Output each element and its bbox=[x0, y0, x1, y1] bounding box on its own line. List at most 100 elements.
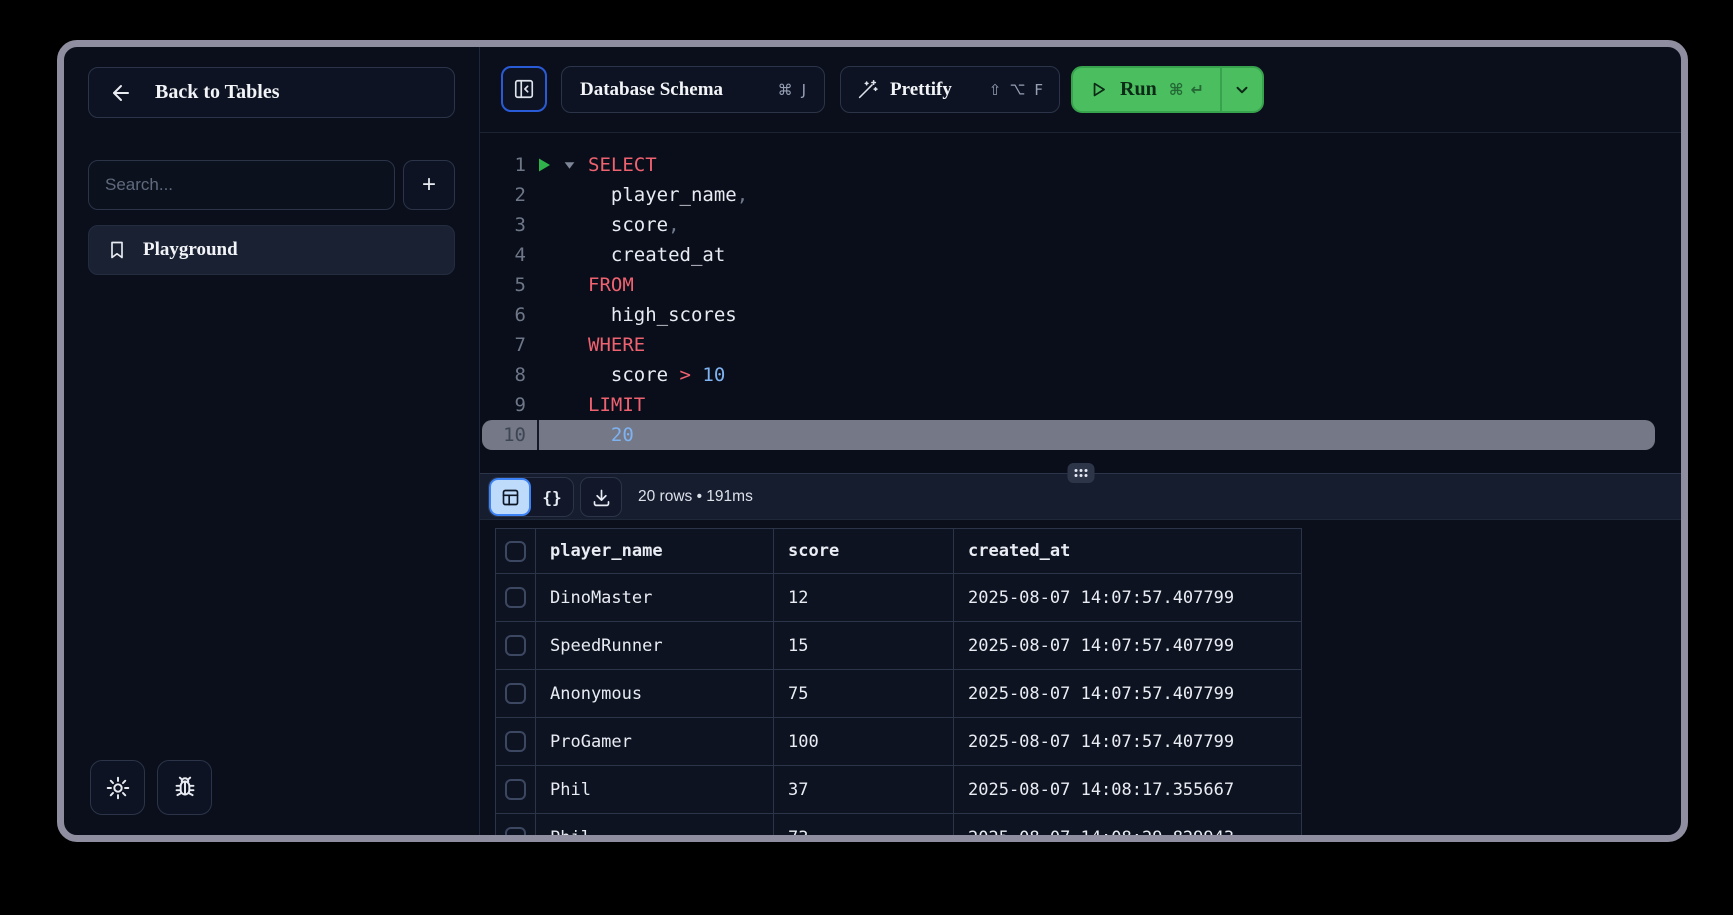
debug-button[interactable] bbox=[157, 760, 212, 815]
select-all-cell bbox=[496, 529, 536, 574]
column-header-score[interactable]: score bbox=[774, 529, 954, 574]
code-text: FROM bbox=[588, 270, 634, 300]
table-view-button[interactable] bbox=[489, 478, 531, 516]
plus-icon: + bbox=[422, 171, 436, 199]
prettify-button[interactable]: Prettify ⇧ F bbox=[840, 66, 1060, 113]
line-number: 2 bbox=[480, 180, 526, 210]
cell-score[interactable]: 12 bbox=[774, 574, 954, 622]
cell-player-name[interactable]: Phil bbox=[536, 766, 774, 814]
row-checkbox-cell bbox=[496, 670, 536, 718]
row-checkbox[interactable] bbox=[505, 587, 526, 608]
code-token: LIMIT bbox=[588, 394, 645, 416]
code-line[interactable]: 5 FROM bbox=[480, 270, 1681, 300]
enter-key: ↵ bbox=[1191, 80, 1204, 99]
cell-created-at[interactable]: 2025-08-07 14:08:29.829943 bbox=[954, 814, 1302, 835]
row-checkbox-cell bbox=[496, 622, 536, 670]
run-button[interactable]: Run ⌘ ↵ bbox=[1073, 68, 1220, 111]
code-line[interactable]: 10 20 bbox=[480, 420, 1681, 450]
line-number: 1 bbox=[480, 150, 526, 180]
panel-resize-handle[interactable] bbox=[1067, 463, 1094, 483]
sidebar-toggle-button[interactable] bbox=[501, 66, 547, 112]
row-checkbox[interactable] bbox=[505, 683, 526, 704]
chevron-down-icon bbox=[1233, 81, 1251, 99]
code-token: WHERE bbox=[588, 334, 645, 356]
run-options-button[interactable] bbox=[1220, 68, 1262, 111]
f-key: F bbox=[1034, 81, 1043, 99]
cell-created-at[interactable]: 2025-08-07 14:07:57.407799 bbox=[954, 622, 1302, 670]
grip-dots-icon bbox=[1074, 469, 1087, 477]
code-token: created_at bbox=[588, 244, 725, 266]
play-icon bbox=[1089, 80, 1108, 99]
back-to-tables-button[interactable]: Back to Tables bbox=[88, 67, 455, 118]
code-token: , bbox=[737, 184, 748, 206]
cell-created-at[interactable]: 2025-08-07 14:07:57.407799 bbox=[954, 718, 1302, 766]
json-view-button[interactable]: {} bbox=[531, 478, 573, 516]
cell-score[interactable]: 37 bbox=[774, 766, 954, 814]
option-key-icon bbox=[1010, 83, 1025, 96]
code-text: WHERE bbox=[588, 330, 645, 360]
code-line[interactable]: 2 player_name, bbox=[480, 180, 1681, 210]
run-label: Run bbox=[1120, 78, 1157, 101]
code-line[interactable]: 3 score, bbox=[480, 210, 1681, 240]
cell-score[interactable]: 100 bbox=[774, 718, 954, 766]
line-margin bbox=[526, 360, 588, 390]
run-button-group: Run ⌘ ↵ bbox=[1071, 66, 1264, 113]
cell-score[interactable]: 15 bbox=[774, 622, 954, 670]
database-schema-label: Database Schema bbox=[580, 79, 723, 101]
cell-created-at[interactable]: 2025-08-07 14:08:17.355667 bbox=[954, 766, 1302, 814]
cell-score[interactable]: 75 bbox=[774, 670, 954, 718]
code-line[interactable]: 4 created_at bbox=[480, 240, 1681, 270]
app-window: Back to Tables + Playground bbox=[57, 40, 1688, 842]
bookmark-icon bbox=[107, 240, 127, 260]
line-margin bbox=[526, 420, 588, 450]
column-header-player-name[interactable]: player_name bbox=[536, 529, 774, 574]
run-line-icon[interactable] bbox=[536, 157, 552, 173]
code-token: SELECT bbox=[588, 154, 657, 176]
search-input[interactable] bbox=[88, 160, 395, 210]
panel-left-close-icon bbox=[513, 78, 535, 100]
row-checkbox-cell bbox=[496, 766, 536, 814]
query-toolbar: Database Schema ⌘ J Prettify bbox=[480, 47, 1681, 133]
code-line[interactable]: 7 WHERE bbox=[480, 330, 1681, 360]
arrow-left-icon bbox=[109, 81, 133, 105]
sidebar-item-playground[interactable]: Playground bbox=[88, 225, 455, 275]
add-query-button[interactable]: + bbox=[403, 160, 455, 210]
cell-created-at[interactable]: 2025-08-07 14:07:57.407799 bbox=[954, 574, 1302, 622]
sql-editor[interactable]: 1 SELECT 2 player_name, 3 score, 4 creat… bbox=[480, 133, 1681, 473]
gear-icon bbox=[105, 775, 131, 801]
row-checkbox[interactable] bbox=[505, 635, 526, 656]
shift-key: ⇧ bbox=[989, 81, 1002, 99]
row-checkbox[interactable] bbox=[505, 779, 526, 800]
code-line[interactable]: 1 SELECT bbox=[480, 150, 1681, 180]
line-number: 8 bbox=[480, 360, 526, 390]
download-icon bbox=[591, 487, 612, 508]
sidebar: Back to Tables + Playground bbox=[64, 47, 479, 835]
code-token: > bbox=[680, 364, 691, 386]
settings-button[interactable] bbox=[90, 760, 145, 815]
column-header-created-at[interactable]: created_at bbox=[954, 529, 1302, 574]
code-line[interactable]: 8 score > 10 bbox=[480, 360, 1681, 390]
braces-icon: {} bbox=[542, 488, 561, 507]
back-to-tables-label: Back to Tables bbox=[155, 81, 279, 104]
row-checkbox[interactable] bbox=[505, 827, 526, 835]
bug-icon bbox=[172, 775, 198, 801]
result-status: 20 rows • 191ms bbox=[638, 474, 753, 520]
export-button[interactable] bbox=[580, 477, 622, 517]
fold-chevron-icon[interactable] bbox=[563, 159, 576, 172]
row-checkbox[interactable] bbox=[505, 731, 526, 752]
database-schema-button[interactable]: Database Schema ⌘ J bbox=[561, 66, 825, 113]
cell-player-name[interactable]: DinoMaster bbox=[536, 574, 774, 622]
row-checkbox-cell bbox=[496, 718, 536, 766]
cell-player-name[interactable]: SpeedRunner bbox=[536, 622, 774, 670]
code-line[interactable]: 6 high_scores bbox=[480, 300, 1681, 330]
cell-player-name[interactable]: Phil bbox=[536, 814, 774, 835]
line-number: 10 bbox=[480, 420, 526, 450]
code-line[interactable]: 9 LIMIT bbox=[480, 390, 1681, 420]
code-text: high_scores bbox=[588, 300, 737, 330]
cell-player-name[interactable]: ProGamer bbox=[536, 718, 774, 766]
select-all-checkbox[interactable] bbox=[505, 541, 526, 562]
cell-player-name[interactable]: Anonymous bbox=[536, 670, 774, 718]
cell-score[interactable]: 73 bbox=[774, 814, 954, 835]
code-text: SELECT bbox=[588, 150, 657, 180]
cell-created-at[interactable]: 2025-08-07 14:07:57.407799 bbox=[954, 670, 1302, 718]
